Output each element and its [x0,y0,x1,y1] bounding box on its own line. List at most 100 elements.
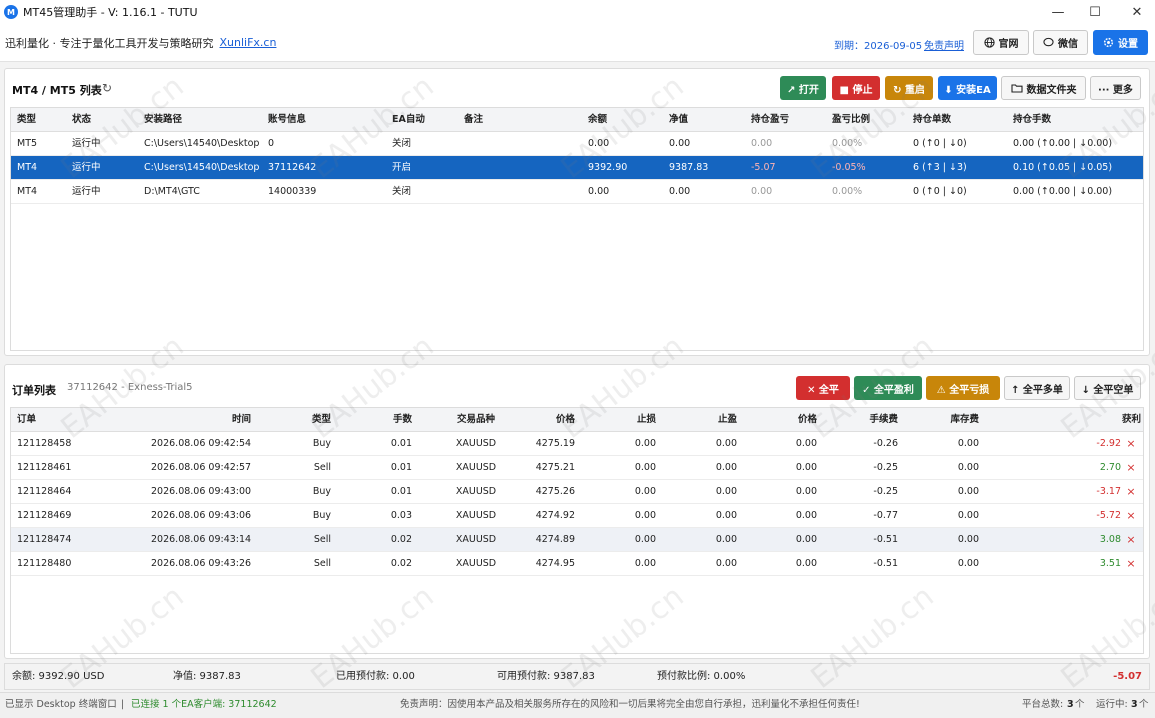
cell-symbol: XAUUSD [455,486,497,497]
cell-profit: -5.72 [1096,510,1121,521]
order-row[interactable]: 121128469 2026.08.06 09:43:06 Buy 0.03 XAUUS… [11,504,1143,528]
cell-sl: 0.00 [634,534,656,545]
maximize-button[interactable]: ☐ [1072,0,1118,24]
install-ea-button[interactable]: ⬇ 安装EA [938,76,997,100]
close-window-button[interactable]: ✕ [1114,0,1155,24]
settings-label: 设置 [1118,39,1138,50]
terminal-row-selected[interactable]: MT4 运行中 C:\Users\14540\Desktop 37112642 … [11,156,1143,180]
website-link[interactable]: XunliFx.cn [220,36,277,49]
official-site-button[interactable]: 官网 [973,30,1029,55]
col-status: 状态 [72,114,92,125]
order-row[interactable]: 121128458 2026.08.06 09:42:54 Buy 0.01 XAUUS… [11,432,1143,456]
cell-sl: 0.00 [634,510,656,521]
col-commission: 手续费 [869,414,898,425]
cell-sl: 0.00 [634,558,656,569]
close-profit-button[interactable]: ✓ 全平盈利 [854,376,922,400]
cell-lots: 0.00 (↑0.00 | ↓0.00) [1013,186,1113,197]
cell-time: 2026.08.06 09:42:57 [151,462,251,473]
order-row[interactable]: 121128461 2026.08.06 09:42:57 Sell 0.01 XAUU… [11,456,1143,480]
cell-lots: 0.03 [390,510,412,521]
folder-icon [1010,84,1023,93]
cell-pnl: 0.00 [751,138,773,149]
cell-balance: 9392.90 [588,162,628,173]
cell-time: 2026.08.06 09:43:26 [151,558,251,569]
col-equity: 净值 [669,114,689,125]
summary-margin-ratio: 预付款比例: 0.00% [657,671,746,682]
refresh-icon[interactable]: ↻ [102,81,112,95]
status-notice: 免责声明：因使用本产品及相关服务所存在的风险和一切后果将完全由您自行承担，迅利量… [400,699,860,710]
terminal-panel-title: MT4 / MT5 列表 [12,84,102,97]
cell-lots: 0.10 (↑0.05 | ↓0.05) [1013,162,1113,173]
cell-commission: -0.51 [873,534,898,545]
col-pnl: 持仓盈亏 [751,114,790,125]
cell-status: 运行中 [72,138,101,149]
cell-price: 4275.19 [535,438,575,449]
order-row[interactable]: 121128474 2026.08.06 09:43:14 Sell 0.02 XAUU… [11,528,1143,552]
cell-type: Buy [312,510,331,521]
cell-tp: 0.00 [715,438,737,449]
cell-type: MT4 [17,186,38,197]
cell-lots: 0.00 (↑0.00 | ↓0.00) [1013,138,1113,149]
close-order-icon[interactable]: × [1125,456,1137,480]
cell-tp: 0.00 [715,534,737,545]
cell-ea: 关闭 [392,186,412,197]
cell-swap: 0.00 [957,510,979,521]
cell-commission: -0.26 [873,438,898,449]
close-all-button[interactable]: ✕ 全平 [796,376,850,400]
close-loss-button[interactable]: ⚠ 全平亏损 [926,376,1000,400]
disclaimer-link[interactable]: 免责声明 [924,37,964,52]
cell-ratio: 0.00% [832,186,863,197]
cell-ticket: 121128469 [17,510,72,521]
col-ticket: 订单 [17,414,37,425]
close-order-icon[interactable]: × [1125,504,1137,528]
stop-button[interactable]: ■ 停止 [832,76,880,100]
cell-count: 0 (↑0 | ↓0) [913,138,967,149]
orders-table: 订单 时间 类型 手数 交易品种 价格 止损 止盈 价格 手续费 库存费 获利 … [10,407,1144,654]
close-order-icon[interactable]: × [1125,528,1137,552]
cell-path: C:\Users\14540\Desktop\正 [144,138,259,149]
col-sl: 止损 [636,414,656,425]
open-button[interactable]: ↗ 打开 [780,76,826,100]
data-folder-button[interactable]: 数据文件夹 [1001,76,1086,100]
close-buy-button[interactable]: ↑ 全平多单 [1004,376,1070,400]
settings-button[interactable]: 设置 [1093,30,1148,55]
close-sell-button[interactable]: ↓ 全平空单 [1074,376,1141,400]
app-window: M MT45管理助手 - V: 1.16.1 - TUTU — ☐ ✕ 迅利量化… [0,0,1155,718]
wechat-label: 微信 [1058,39,1078,50]
cell-ratio: -0.05% [832,162,866,173]
cell-price: 4275.21 [535,462,575,473]
restart-button[interactable]: ↻ 重启 [885,76,933,100]
order-row[interactable]: 121128464 2026.08.06 09:43:00 Buy 0.01 XAUUS… [11,480,1143,504]
cell-price: 4274.92 [535,510,575,521]
cell-swap: 0.00 [957,438,979,449]
cell-count: 0 (↑0 | ↓0) [913,186,967,197]
wechat-button[interactable]: 微信 [1033,30,1088,55]
cell-swap: 0.00 [957,534,979,545]
col-price: 价格 [555,414,575,425]
summary-balance: 余额: 9392.90 USD [12,671,105,682]
close-order-icon[interactable]: × [1125,480,1137,504]
cell-price: 4274.95 [535,558,575,569]
chat-bubble-icon [1043,37,1054,47]
close-order-icon[interactable]: × [1125,552,1137,576]
cell-type: Buy [312,486,331,497]
summary-bar: 余额: 9392.90 USD 净值: 9387.83 已用预付款: 0.00 … [4,663,1150,690]
close-order-icon[interactable]: × [1125,432,1137,456]
cell-swap: 0.00 [957,486,979,497]
terminal-row[interactable]: MT4 运行中 D:\MT4\GTC 14000339 关闭 0.00 0.00… [11,180,1143,204]
cell-lots: 0.01 [390,486,412,497]
order-row[interactable]: 121128480 2026.08.06 09:43:26 Sell 0.02 XAUU… [11,552,1143,576]
account-subtitle: 37112642 - Exness-Trial5 [67,382,193,393]
terminal-row[interactable]: MT5 运行中 C:\Users\14540\Desktop\正 0 关闭 0.… [11,132,1143,156]
col-tp: 止盈 [717,414,737,425]
cell-account: 14000339 [268,186,317,197]
col-balance: 余额 [588,114,608,125]
col-lots: 持仓手数 [1013,114,1052,125]
more-button[interactable]: ··· 更多 [1090,76,1141,100]
slogan: 迅利量化 · 专注于量化工具开发与策略研究 [5,36,214,50]
col-swap: 库存费 [950,414,979,425]
summary-total-pnl: -5.07 [1113,671,1142,682]
col-profit: 获利 [1121,414,1141,425]
cell-price: 4275.26 [535,486,575,497]
cell-price: 4274.89 [535,534,575,545]
